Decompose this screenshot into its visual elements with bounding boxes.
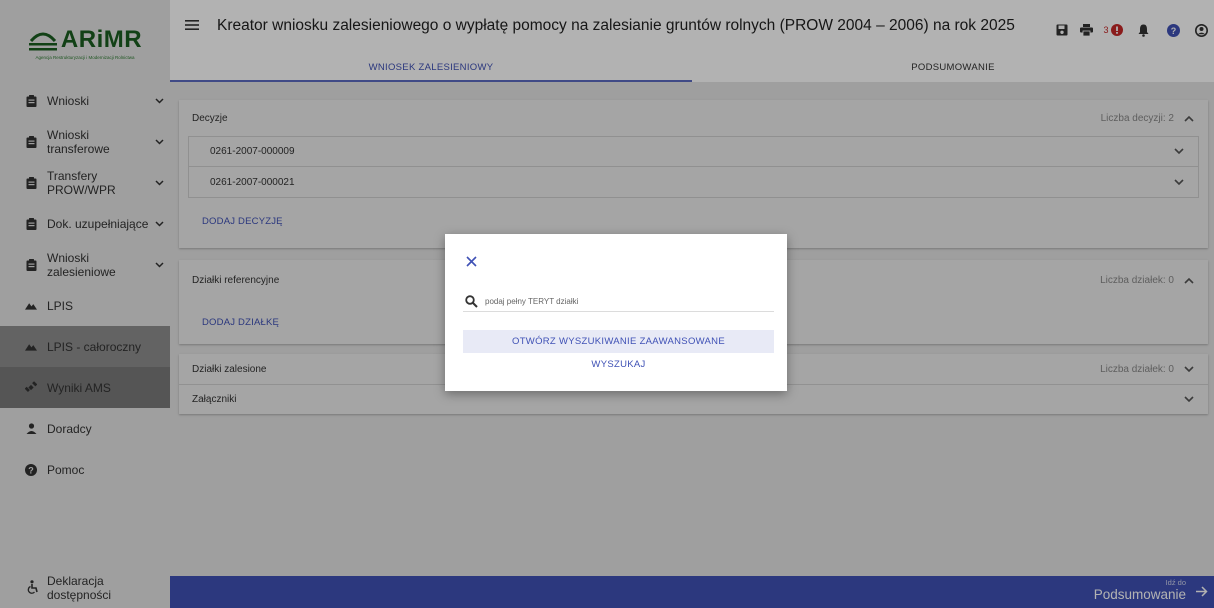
teryt-search-field bbox=[463, 292, 774, 312]
close-icon[interactable] bbox=[466, 256, 478, 268]
parcel-search-dialog: OTWÓRZ WYSZUKIWANIE ZAAWANSOWANE WYSZUKA… bbox=[445, 234, 787, 391]
advanced-search-button[interactable]: OTWÓRZ WYSZUKIWANIE ZAAWANSOWANE bbox=[463, 330, 774, 353]
teryt-search-input[interactable] bbox=[485, 297, 774, 306]
search-icon bbox=[465, 294, 479, 309]
search-button[interactable]: WYSZUKAJ bbox=[463, 355, 774, 373]
